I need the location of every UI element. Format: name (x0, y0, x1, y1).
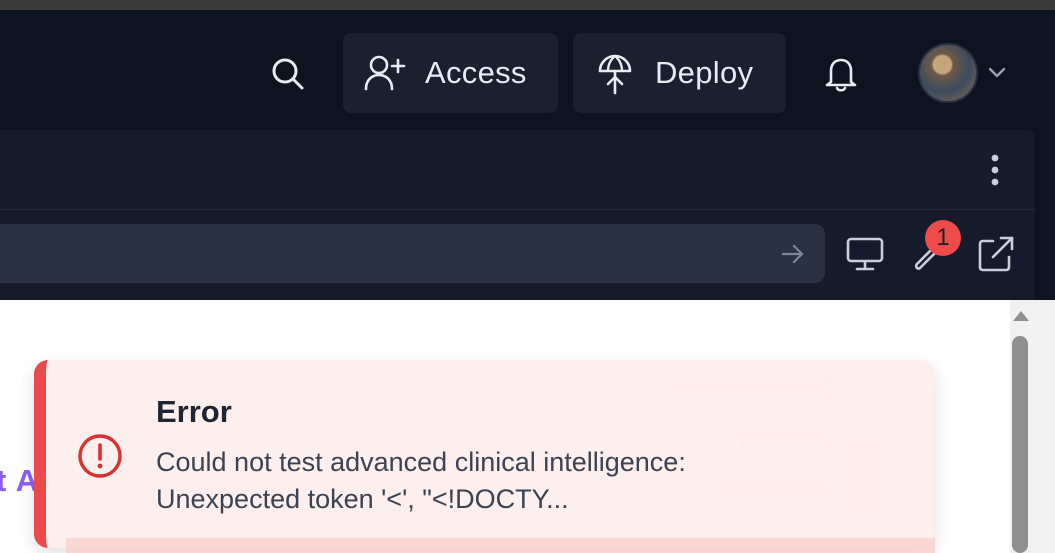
deploy-button[interactable]: Deploy (573, 33, 786, 113)
scroll-up-button[interactable] (1010, 306, 1032, 326)
panel-divider (0, 209, 1035, 210)
notifications-button[interactable] (818, 50, 864, 98)
toast-message-line-1: Could not test advanced clinical intelli… (156, 447, 686, 477)
external-link-icon (978, 236, 1014, 272)
scrollbar-thumb[interactable] (1012, 336, 1028, 553)
chevron-down-icon (988, 67, 1006, 78)
deploy-label: Deploy (655, 55, 754, 90)
window-top-strip (0, 0, 1055, 10)
kebab-menu-icon (991, 154, 999, 186)
access-button[interactable]: Access (343, 33, 558, 113)
monitor-icon (846, 237, 884, 271)
triangle-up-icon (1013, 311, 1029, 321)
open-in-new-tab-button[interactable] (974, 232, 1018, 276)
alert-circle-icon (75, 431, 125, 481)
device-preview-button[interactable] (843, 232, 887, 276)
avatar[interactable] (918, 43, 978, 103)
navigate-url-button[interactable] (775, 236, 811, 272)
deploy-icon (595, 51, 635, 95)
account-menu-toggle[interactable] (984, 60, 1010, 86)
bell-icon (825, 58, 857, 92)
search-icon (272, 58, 304, 90)
toast-message-line-2: Unexpected token '<', "<!DOCTY... (156, 484, 569, 514)
issues-count-badge: 1 (925, 220, 961, 256)
more-options-button[interactable] (978, 150, 1012, 190)
add-user-icon (363, 54, 407, 92)
access-label: Access (425, 55, 527, 90)
toast-title: Error (156, 394, 232, 429)
search-button[interactable] (264, 50, 312, 98)
preview-url-input[interactable] (0, 224, 825, 283)
arrow-right-icon (781, 244, 804, 264)
toast-bottom-strip (66, 538, 935, 553)
